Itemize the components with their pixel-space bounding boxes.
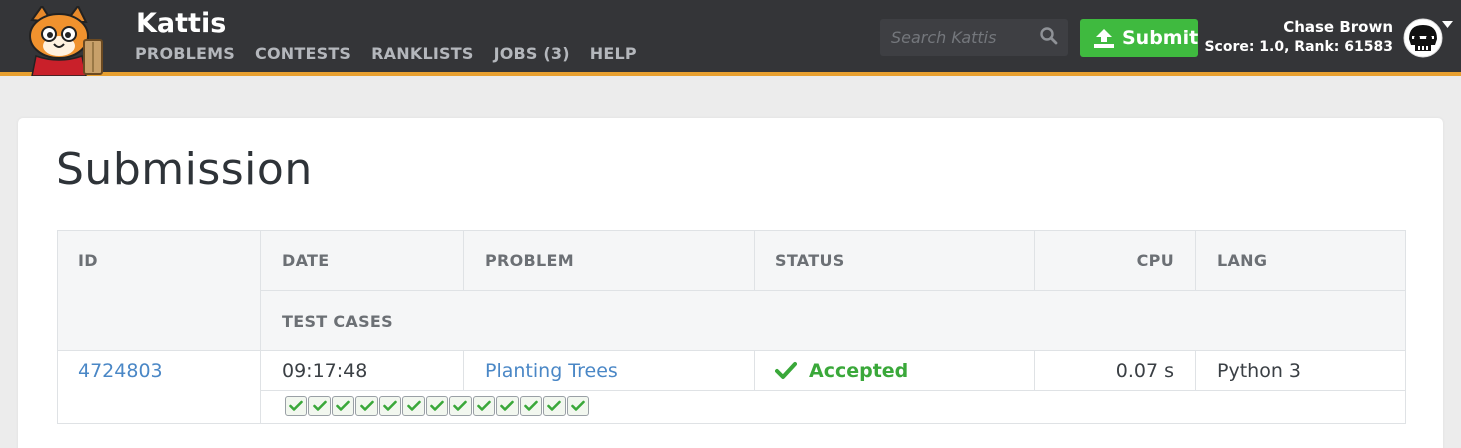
problem-link[interactable]: Planting Trees — [485, 359, 618, 383]
check-icon — [571, 400, 585, 411]
test-case-passed[interactable] — [285, 396, 308, 416]
test-case-passed[interactable] — [543, 396, 566, 416]
test-case-passed[interactable] — [449, 396, 472, 416]
test-case-passed[interactable] — [472, 396, 496, 416]
col-header-testcases: TEST CASES — [282, 312, 393, 331]
nav-ranklists[interactable]: RANKLISTS — [371, 44, 473, 64]
test-case-list — [285, 396, 589, 416]
submission-id-link[interactable]: 4724803 — [78, 359, 163, 383]
nav-contests[interactable]: CONTESTS — [255, 44, 351, 64]
nav-problems[interactable]: PROBLEMS — [135, 44, 235, 64]
check-icon — [453, 400, 468, 411]
check-icon — [406, 400, 421, 411]
test-case-passed[interactable] — [496, 396, 519, 416]
submit-label: Submit — [1122, 27, 1199, 49]
check-icon — [500, 400, 515, 411]
search-icon[interactable] — [1039, 26, 1059, 46]
nav-jobs[interactable]: JOBS (3) — [494, 44, 570, 64]
check-icon — [336, 400, 350, 411]
top-navbar: Kattis PROBLEMS CONTESTS RANKLISTS JOBS … — [0, 0, 1461, 76]
submission-date: 09:17:48 — [282, 360, 368, 382]
language: Python 3 — [1217, 360, 1301, 382]
header-testcases-cell — [260, 290, 1406, 351]
nav-help[interactable]: HELP — [590, 44, 637, 64]
kattis-cat-logo[interactable] — [22, 6, 112, 76]
col-header-id[interactable]: ID — [78, 251, 98, 271]
test-case-passed[interactable] — [519, 396, 543, 416]
col-header-lang[interactable]: LANG — [1217, 251, 1267, 271]
test-case-passed[interactable] — [331, 396, 355, 416]
submit-button[interactable]: Submit — [1080, 19, 1198, 57]
check-icon — [477, 400, 491, 411]
col-header-date[interactable]: DATE — [282, 251, 329, 271]
check-icon — [430, 400, 444, 411]
check-icon — [312, 400, 327, 411]
check-icon — [547, 400, 562, 411]
col-header-status[interactable]: STATUS — [775, 251, 845, 271]
col-header-cpu[interactable]: CPU — [1137, 251, 1174, 271]
header-id-cell — [57, 230, 261, 351]
main-nav: PROBLEMS CONTESTS RANKLISTS JOBS (3) HEL… — [135, 44, 657, 64]
page-title: Submission — [56, 144, 313, 195]
user-name[interactable]: Chase Brown — [1283, 18, 1393, 36]
test-case-passed[interactable] — [378, 396, 402, 416]
cpu-time: 0.07 s — [1115, 360, 1174, 382]
check-icon — [359, 400, 374, 411]
test-case-passed[interactable] — [566, 396, 589, 416]
search-input[interactable] — [880, 19, 1030, 56]
brand-link[interactable]: Kattis — [136, 8, 226, 40]
user-score: Score: 1.0, Rank: 61583 — [1204, 39, 1393, 55]
check-icon — [524, 400, 538, 411]
skull-avatar-icon[interactable] — [1402, 17, 1444, 59]
test-case-passed[interactable] — [355, 396, 378, 416]
test-case-passed[interactable] — [425, 396, 449, 416]
status-accepted: Accepted — [809, 360, 909, 382]
upload-icon — [1094, 29, 1114, 48]
test-case-passed[interactable] — [308, 396, 331, 416]
check-icon — [775, 362, 797, 379]
col-header-problem[interactable]: PROBLEM — [485, 251, 574, 271]
caret-down-icon[interactable] — [1442, 21, 1453, 29]
test-case-passed[interactable] — [402, 396, 425, 416]
check-icon — [289, 400, 303, 411]
check-icon — [383, 400, 397, 411]
